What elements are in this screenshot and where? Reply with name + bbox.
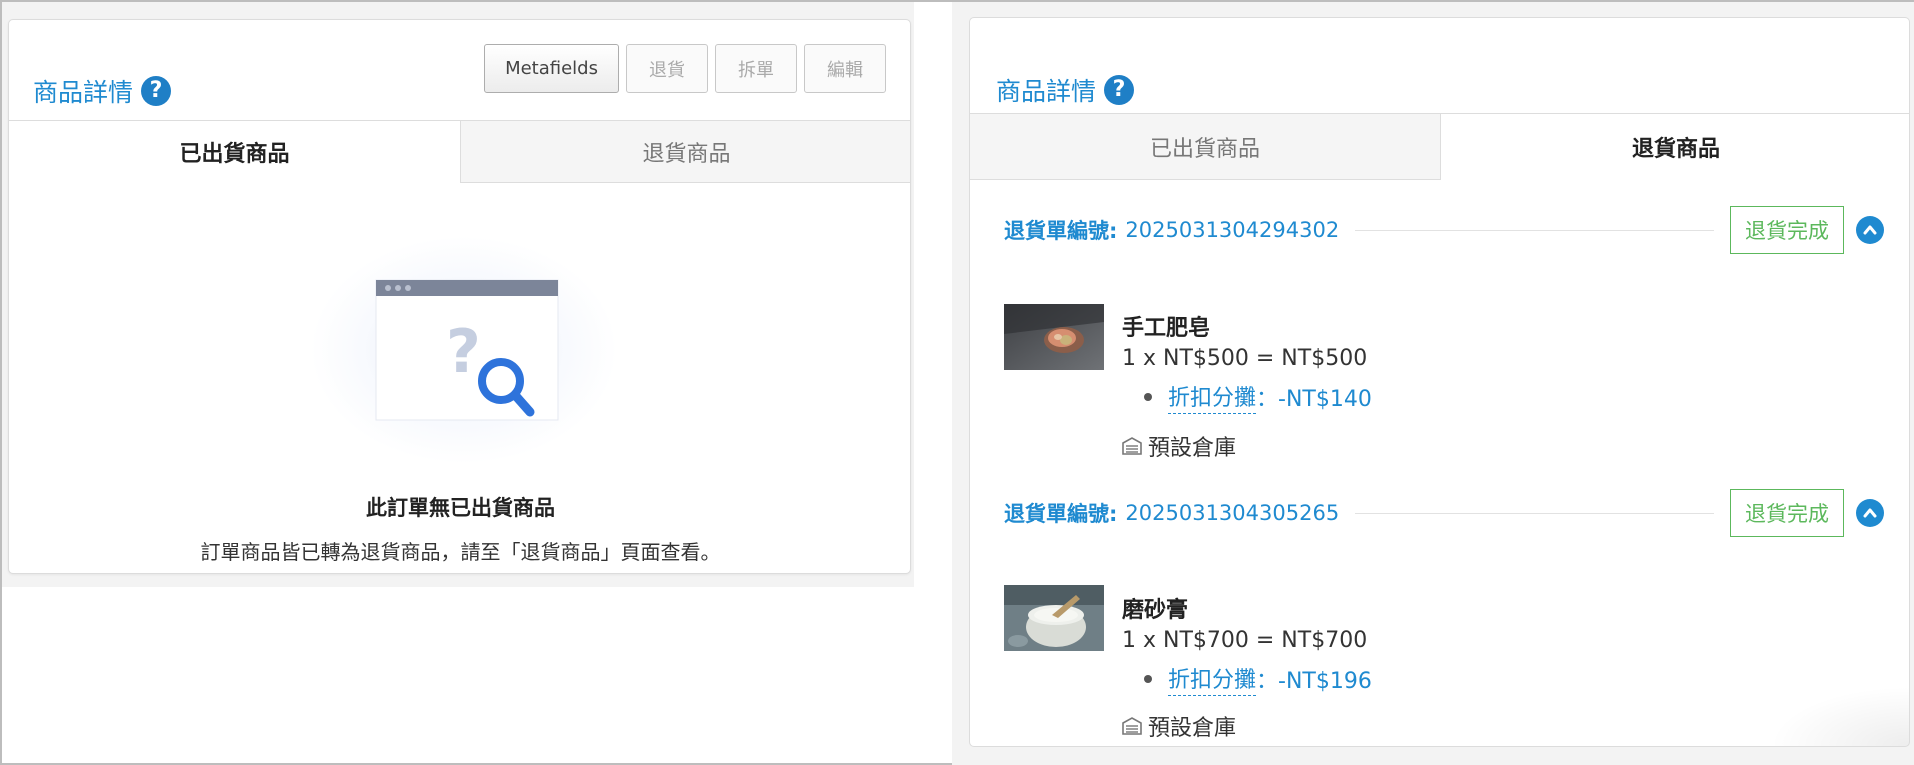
discount-value: ：-NT$196 bbox=[1256, 669, 1372, 694]
price-line: 1 x NT$700 = NT$700 bbox=[1122, 628, 1368, 653]
return-number[interactable]: 2025031304294302 bbox=[1125, 218, 1339, 242]
discount-label[interactable]: 折扣分攤 bbox=[1168, 380, 1257, 414]
tab-shipped-items[interactable]: 已出貨商品 bbox=[9, 121, 461, 183]
help-icon[interactable]: ? bbox=[141, 76, 172, 106]
return-number[interactable]: 2025031304305265 bbox=[1125, 501, 1339, 525]
card-title: 商品詳情 ? bbox=[33, 73, 172, 109]
card-title-text: 商品詳情 bbox=[996, 77, 1097, 106]
chevron-up-icon[interactable] bbox=[1856, 216, 1884, 244]
warehouse-icon bbox=[1122, 717, 1142, 735]
return-order-header: 退貨單編號: 2025031304305265 退貨完成 bbox=[1004, 489, 1884, 537]
chevron-up-icon[interactable] bbox=[1856, 499, 1884, 527]
split-order-button[interactable]: 拆單 bbox=[715, 44, 797, 93]
product-thumbnail bbox=[1004, 585, 1104, 651]
return-order: 退貨單編號: 2025031304294302 退貨完成 手工肥皂 1 x NT… bbox=[1004, 206, 1884, 461]
status-badge: 退貨完成 bbox=[1730, 206, 1844, 254]
empty-search-illustration: ? bbox=[375, 279, 559, 421]
return-order: 退貨單編號: 2025031304305265 退貨完成 磨砂膏 1 x NT$… bbox=[1004, 489, 1884, 742]
edit-button[interactable]: 編輯 bbox=[804, 44, 886, 93]
warehouse-name: 預設倉庫 bbox=[1148, 716, 1237, 741]
discount-line: 折扣分攤 ：-NT$196 bbox=[1144, 662, 1372, 696]
left-panel: 商品詳情 ? Metafields 退貨 拆單 編輯 已出貨商品 退貨商品 ? bbox=[2, 2, 914, 587]
product-name: 磨砂膏 bbox=[1122, 598, 1189, 623]
product-details-card-left: 商品詳情 ? Metafields 退貨 拆單 編輯 已出貨商品 退貨商品 ? bbox=[8, 19, 911, 574]
empty-state-description: 訂單商品皆已轉為退貨商品，請至「退貨商品」頁面查看。 bbox=[200, 540, 721, 564]
status-badge: 退貨完成 bbox=[1730, 489, 1844, 537]
card-title: 商品詳情 ? bbox=[996, 72, 1135, 108]
product-details-card-right: 商品詳情 ? 已出貨商品 退貨商品 退貨單編號: 202503130429430… bbox=[969, 17, 1910, 747]
warehouse-line: 預設倉庫 bbox=[1122, 710, 1236, 742]
screenshot-frame: 商品詳情 ? Metafields 退貨 拆單 編輯 已出貨商品 退貨商品 ? bbox=[0, 0, 1914, 765]
discount-label[interactable]: 折扣分攤 bbox=[1168, 662, 1257, 696]
return-button[interactable]: 退貨 bbox=[626, 44, 708, 93]
svg-text:?: ? bbox=[446, 317, 481, 387]
tab-returned-items[interactable]: 退貨商品 bbox=[1441, 114, 1909, 180]
discount-value: ：-NT$140 bbox=[1256, 387, 1372, 412]
warehouse-line: 預設倉庫 bbox=[1122, 430, 1236, 462]
warehouse-icon bbox=[1122, 437, 1142, 455]
product-name: 手工肥皂 bbox=[1122, 316, 1211, 341]
divider bbox=[1355, 512, 1714, 514]
return-order-header: 退貨單編號: 2025031304294302 退貨完成 bbox=[1004, 206, 1884, 254]
return-number-label: 退貨單編號: bbox=[1004, 502, 1118, 526]
bullet bbox=[1144, 675, 1152, 683]
tab-returned-items[interactable]: 退貨商品 bbox=[461, 121, 910, 183]
tab-bar: 已出貨商品 退貨商品 bbox=[970, 113, 1909, 180]
right-panel: 商品詳情 ? 已出貨商品 退貨商品 退貨單編號: 202503130429430… bbox=[952, 2, 1914, 765]
bullet bbox=[1144, 393, 1152, 401]
price-line: 1 x NT$500 = NT$500 bbox=[1122, 346, 1368, 371]
divider bbox=[1355, 229, 1714, 231]
product-thumbnail bbox=[1004, 304, 1104, 370]
empty-state-title: 此訂單無已出貨商品 bbox=[366, 496, 555, 520]
metafields-button[interactable]: Metafields bbox=[484, 44, 619, 93]
corner-shade bbox=[1769, 686, 1909, 746]
toolbar: Metafields 退貨 拆單 編輯 bbox=[484, 44, 886, 93]
warehouse-name: 預設倉庫 bbox=[1148, 436, 1237, 461]
help-icon[interactable]: ? bbox=[1104, 75, 1135, 105]
tab-shipped-items[interactable]: 已出貨商品 bbox=[970, 114, 1441, 180]
tab-bar: 已出貨商品 退貨商品 bbox=[9, 120, 910, 183]
discount-line: 折扣分攤 ：-NT$140 bbox=[1144, 380, 1372, 414]
return-number-label: 退貨單編號: bbox=[1004, 219, 1118, 243]
card-title-text: 商品詳情 bbox=[33, 78, 134, 107]
